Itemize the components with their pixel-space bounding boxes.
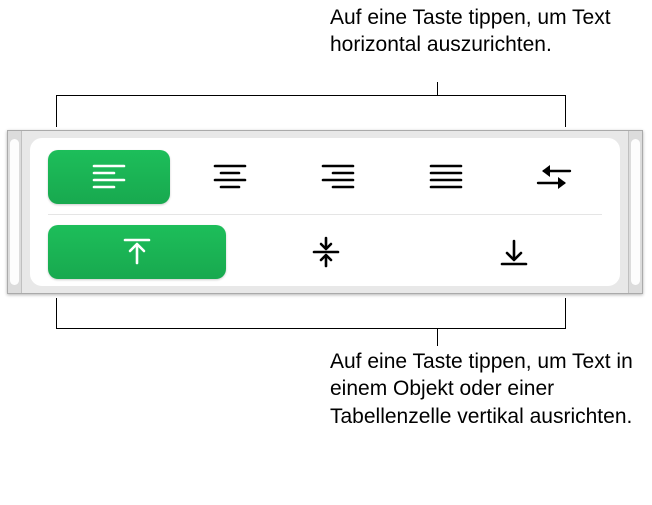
align-center-icon (213, 164, 247, 190)
callout-tick (56, 298, 57, 328)
vertical-alignment-row (48, 225, 602, 279)
text-direction-button[interactable] (506, 150, 602, 204)
scrollbar-left[interactable] (8, 131, 22, 293)
align-left-icon (92, 164, 126, 190)
align-top-icon (122, 237, 152, 267)
align-right-button[interactable] (290, 150, 386, 204)
align-right-icon (321, 164, 355, 190)
callout-tick (565, 95, 566, 127)
callout-line (437, 328, 438, 346)
callout-line (437, 82, 438, 96)
panel-content (30, 138, 620, 286)
scrollbar-right[interactable] (628, 131, 642, 293)
align-left-button[interactable] (48, 150, 170, 204)
align-top-button[interactable] (48, 225, 226, 279)
callout-tick (565, 298, 566, 328)
align-bottom-button[interactable] (426, 225, 602, 279)
scrollbar-thumb[interactable] (631, 139, 640, 285)
align-middle-icon (311, 236, 341, 268)
callout-vertical-text: Auf eine Taste tippen, um Text in einem … (330, 348, 652, 430)
align-bottom-icon (499, 237, 529, 267)
scrollbar-thumb[interactable] (10, 139, 19, 285)
callout-bracket (56, 328, 566, 329)
align-justify-button[interactable] (398, 150, 494, 204)
callout-tick (56, 95, 57, 127)
callout-horizontal-text: Auf eine Taste tippen, um Text horizonta… (330, 4, 652, 59)
align-center-button[interactable] (182, 150, 278, 204)
align-middle-button[interactable] (238, 225, 414, 279)
callout-bracket (56, 95, 566, 96)
align-justify-icon (429, 164, 463, 190)
text-direction-icon (536, 163, 572, 191)
horizontal-alignment-row (48, 150, 602, 215)
alignment-panel (7, 130, 643, 294)
